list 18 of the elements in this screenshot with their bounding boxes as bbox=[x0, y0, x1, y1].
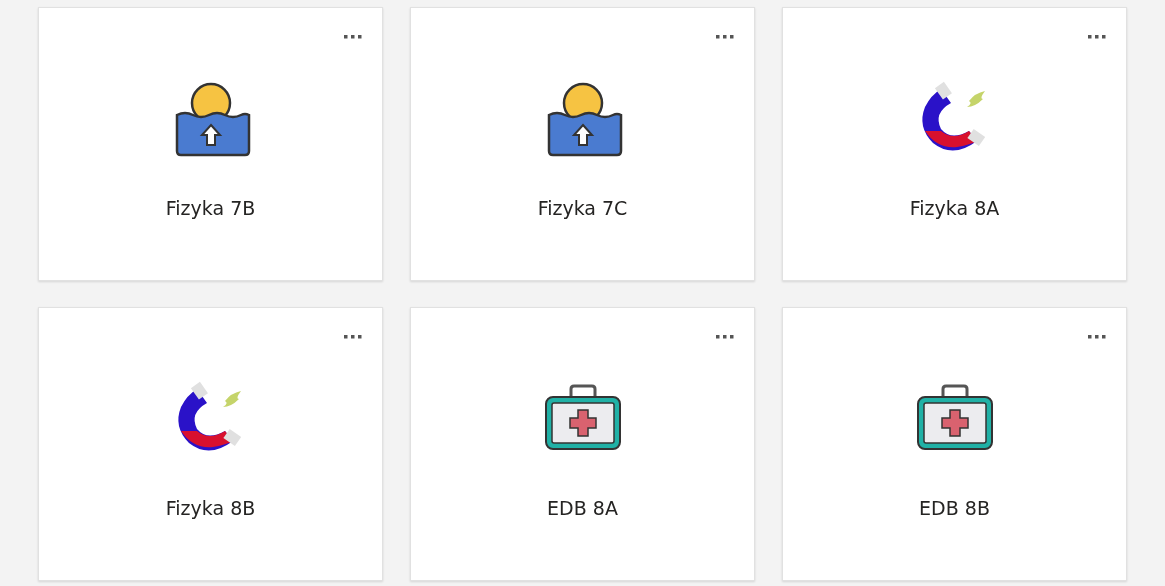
more-icon bbox=[344, 35, 362, 39]
card-title: Fizyka 7C bbox=[537, 197, 628, 219]
card-title: Fizyka 8B bbox=[165, 497, 256, 519]
class-card[interactable]: Fizyka 7B bbox=[38, 7, 383, 281]
class-card[interactable]: EDB 8B bbox=[782, 307, 1127, 581]
more-icon bbox=[1088, 335, 1106, 339]
class-card[interactable]: Fizyka 8B bbox=[38, 307, 383, 581]
card-title: Fizyka 7B bbox=[165, 197, 256, 219]
more-icon bbox=[716, 335, 734, 339]
more-icon bbox=[716, 35, 734, 39]
class-card[interactable]: EDB 8A bbox=[410, 307, 755, 581]
class-card[interactable]: Fizyka 7C bbox=[410, 7, 755, 281]
card-title: Fizyka 8A bbox=[909, 197, 1000, 219]
more-icon bbox=[344, 335, 362, 339]
more-icon bbox=[1088, 35, 1106, 39]
card-title: EDB 8B bbox=[919, 497, 990, 519]
card-title: EDB 8A bbox=[547, 497, 618, 519]
class-card[interactable]: Fizyka 8A bbox=[782, 7, 1127, 281]
